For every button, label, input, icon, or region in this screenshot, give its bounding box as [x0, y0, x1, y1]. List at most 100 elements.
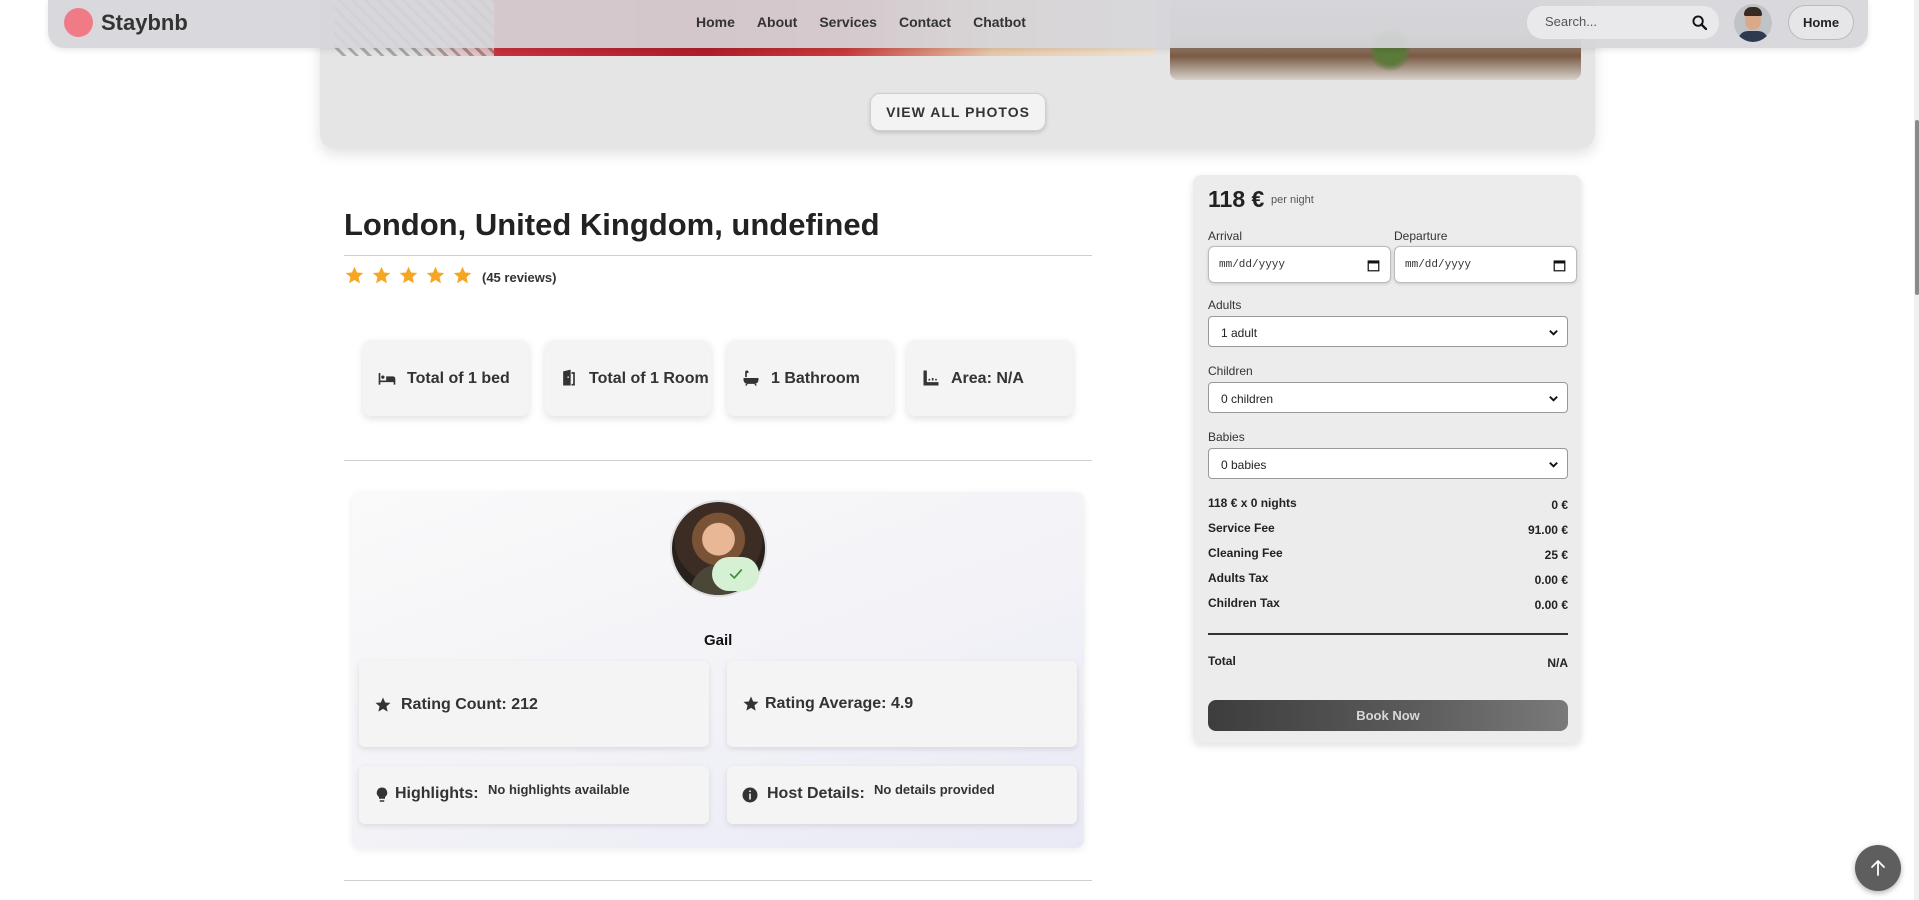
nav-links: Home About Services Contact Chatbot: [696, 14, 1048, 30]
departure-label: Departure: [1394, 229, 1448, 243]
feature-beds-label: Total of 1 bed: [407, 369, 510, 387]
rating-count-label: Rating Count: 212: [401, 696, 538, 713]
home-button[interactable]: Home: [1788, 5, 1854, 40]
star-icon: [345, 266, 364, 284]
rating-average-card: Rating Average: 4.9: [727, 661, 1077, 747]
feature-bathrooms: 1 Bathroom: [727, 340, 893, 416]
line-label: Cleaning Fee: [1208, 546, 1283, 560]
book-now-button[interactable]: Book Now: [1208, 700, 1568, 731]
highlights-card: Highlights: No highlights available: [359, 766, 709, 824]
feature-area-label: Area: N/A: [951, 369, 1024, 387]
star-icon: [453, 266, 472, 284]
line-amount: 0.00 €: [1534, 598, 1568, 612]
children-select[interactable]: 0 children: [1208, 382, 1568, 413]
lightbulb-icon: [376, 787, 388, 802]
nav-link-about[interactable]: About: [757, 14, 797, 30]
search-input[interactable]: [1545, 14, 1685, 29]
host-details-label: Host Details:: [767, 785, 865, 802]
star-icon: [372, 266, 391, 284]
departure-date-value: mm/dd/yyyy: [1405, 259, 1472, 271]
feature-area: Area: N/A: [907, 340, 1073, 416]
star-icon: [743, 696, 759, 711]
section-divider: [344, 880, 1092, 881]
rating-stars: [344, 265, 473, 286]
nav-link-services[interactable]: Services: [819, 14, 877, 30]
view-all-photos-button[interactable]: VIEW ALL PHOTOS: [870, 93, 1046, 131]
line-amount: 25 €: [1544, 548, 1568, 562]
verified-badge: [712, 557, 759, 591]
bath-icon: [743, 370, 759, 386]
star-icon: [399, 266, 418, 284]
feature-bathrooms-label: 1 Bathroom: [771, 369, 860, 387]
price-line-nights: 118 € x 0 nights 0 €: [1208, 496, 1568, 512]
price-line-adults-tax: Adults Tax 0.00 €: [1208, 571, 1568, 587]
total-row: Total N/A: [1208, 654, 1568, 670]
bed-icon: [378, 373, 396, 385]
line-amount: 91.00 €: [1527, 523, 1568, 537]
top-navbar: Staybnb Home About Services Contact Chat…: [48, 0, 1868, 48]
total-value: N/A: [1547, 656, 1568, 670]
reviews-count[interactable]: (45 reviews): [482, 270, 556, 285]
listing-title: London, United Kingdom, undefined: [344, 207, 880, 242]
line-amount: 0 €: [1551, 498, 1568, 512]
adults-select[interactable]: 1 adult: [1208, 316, 1568, 347]
per-night-label: per night: [1271, 194, 1314, 206]
adults-value: 1 adult: [1221, 326, 1258, 340]
babies-label: Babies: [1208, 430, 1245, 444]
rating-count-card: Rating Count: 212: [359, 661, 709, 747]
arrival-date-value: mm/dd/yyyy: [1219, 259, 1286, 271]
chevron-down-icon: [1549, 330, 1558, 336]
chevron-down-icon: [1549, 462, 1558, 468]
price-line-cleaning-fee: Cleaning Fee 25 €: [1208, 546, 1568, 562]
highlights-value: No highlights available: [488, 782, 630, 797]
calendar-icon[interactable]: [1553, 259, 1566, 272]
brand-name[interactable]: Staybnb: [101, 10, 188, 36]
nightly-price: 118 €: [1208, 186, 1265, 212]
host-name: Gail: [704, 632, 733, 649]
children-value: 0 children: [1221, 392, 1274, 406]
search-icon[interactable]: [1692, 15, 1707, 30]
nav-link-contact[interactable]: Contact: [899, 14, 951, 30]
chevron-down-icon: [1549, 396, 1558, 402]
adults-label: Adults: [1208, 298, 1242, 312]
departure-date-input[interactable]: mm/dd/yyyy: [1394, 246, 1577, 283]
babies-value: 0 babies: [1221, 458, 1267, 472]
price-line-children-tax: Children Tax 0.00 €: [1208, 596, 1568, 612]
arrival-label: Arrival: [1208, 229, 1243, 243]
price-line-service-fee: Service Fee 91.00 €: [1208, 521, 1568, 537]
nav-link-chatbot[interactable]: Chatbot: [973, 14, 1026, 30]
door-icon: [563, 369, 575, 386]
user-avatar[interactable]: [1734, 4, 1772, 42]
host-details-value: No details provided: [874, 782, 995, 797]
line-label: Adults Tax: [1208, 571, 1269, 585]
logo-icon[interactable]: [64, 8, 93, 37]
children-label: Children: [1208, 364, 1253, 378]
host-details-card: Host Details: No details provided: [727, 766, 1077, 824]
highlights-label: Highlights:: [395, 785, 479, 802]
feature-beds: Total of 1 bed: [363, 340, 529, 416]
star-icon: [426, 266, 445, 284]
rating-average-label: Rating Average: 4.9: [765, 695, 914, 712]
title-divider: [344, 255, 1092, 256]
search-box: [1527, 6, 1719, 39]
star-icon: [375, 697, 391, 712]
arrival-date-input[interactable]: mm/dd/yyyy: [1208, 246, 1391, 283]
total-label: Total: [1208, 654, 1236, 668]
babies-select[interactable]: 0 babies: [1208, 448, 1568, 479]
check-icon: [729, 569, 742, 579]
nav-link-home[interactable]: Home: [696, 14, 735, 30]
arrow-up-icon: [1871, 860, 1885, 876]
scroll-to-top-button[interactable]: [1855, 845, 1901, 891]
ruler-icon: [923, 370, 939, 386]
line-label: 118 € x 0 nights: [1208, 496, 1297, 510]
feature-rooms-label: Total of 1 Room: [589, 369, 709, 387]
scrollbar-thumb[interactable]: [1915, 120, 1919, 295]
section-divider: [344, 460, 1092, 461]
info-icon: [742, 787, 758, 803]
feature-rooms: Total of 1 Room: [545, 340, 711, 416]
line-label: Children Tax: [1208, 596, 1280, 610]
line-label: Service Fee: [1208, 521, 1275, 535]
line-amount: 0.00 €: [1534, 573, 1568, 587]
total-divider: [1208, 633, 1568, 635]
calendar-icon[interactable]: [1367, 259, 1380, 272]
